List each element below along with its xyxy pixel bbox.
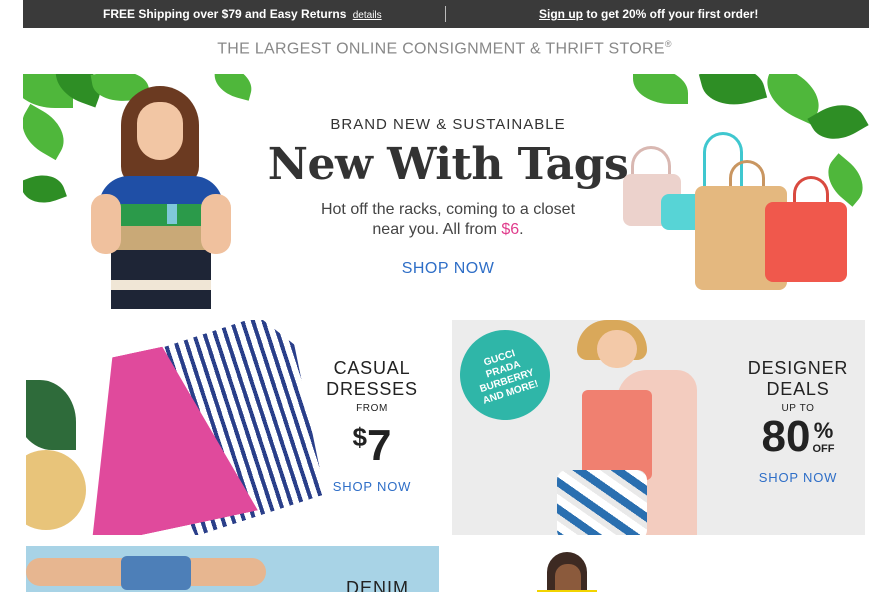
signup-offer-text: to get 20% off your first order! (583, 7, 759, 21)
signup-link[interactable]: Sign up (539, 7, 583, 21)
tagline-text: THE LARGEST ONLINE CONSIGNMENT & THRIFT … (217, 40, 665, 58)
casual-price-symbol: $ (352, 422, 367, 452)
free-shipping-text: FREE Shipping over $79 and Easy Returns (103, 7, 347, 21)
leaf-decoration (698, 74, 768, 114)
promo-tile-4[interactable] (452, 546, 865, 592)
hero-banner[interactable]: BRAND NEW & SUSTAINABLE New With Tags Ho… (23, 74, 869, 309)
hero-subtitle-line1: Hot off the racks, coming to a closet (320, 201, 576, 218)
casual-title-line2: DRESSES (326, 379, 418, 399)
denim-title: DENIM (346, 578, 409, 592)
leaf-decoration (633, 74, 688, 104)
leaf-decoration (23, 103, 74, 161)
casual-title-line1: CASUAL (333, 358, 411, 378)
hero-subtitle-end: . (519, 221, 524, 238)
hero-model-image (81, 84, 241, 309)
casual-price-value: 7 (366, 421, 392, 470)
casual-shop-now-link[interactable]: SHOP NOW (316, 479, 428, 494)
hero-subtitle: Hot off the racks, coming to a closet ne… (263, 200, 633, 240)
designer-shop-now-link[interactable]: SHOP NOW (742, 470, 854, 485)
free-shipping-banner: FREE Shipping over $79 and Easy Returns … (103, 7, 382, 21)
straw-hat-image (26, 450, 86, 530)
designer-discount: 80 % OFF (742, 414, 854, 460)
promo-bar: FREE Shipping over $79 and Easy Returns … (23, 0, 869, 28)
denim-cuff-image (121, 556, 191, 590)
details-link[interactable]: details (353, 10, 382, 21)
designer-deals-tile[interactable]: GUCCI PRADA BURBERRY AND MORE! DESIGNER … (452, 320, 865, 535)
designer-title-line1: DESIGNER (747, 358, 849, 378)
casual-price: $7 (316, 414, 428, 469)
denim-tile[interactable]: DENIM (26, 546, 439, 592)
signup-banner: Sign up to get 20% off your first order! (539, 7, 758, 21)
hero-kicker: BRAND NEW & SUSTAINABLE (330, 116, 566, 133)
casual-dresses-copy: CASUAL DRESSES FROM $7 SHOP NOW (316, 358, 428, 494)
hero-price: $6 (501, 221, 520, 238)
designer-title-line2: DEALS (766, 379, 830, 399)
designer-off-label: OFF (812, 443, 835, 455)
casual-from-label: FROM (356, 403, 388, 414)
casual-dresses-tile[interactable]: CASUAL DRESSES FROM $7 SHOP NOW (26, 320, 439, 535)
hero-subtitle-line2: near you. All from (372, 221, 502, 238)
hero-shop-now-link[interactable]: SHOP NOW (402, 260, 495, 278)
model-face (555, 564, 581, 592)
store-tagline: THE LARGEST ONLINE CONSIGNMENT & THRIFT … (0, 39, 889, 58)
leaf-decoration (23, 168, 67, 210)
designer-percent-symbol: % (813, 418, 834, 443)
brands-badge: GUCCI PRADA BURBERRY AND MORE! (452, 320, 562, 432)
designer-model-image (547, 320, 697, 535)
designer-percent-value: 80 (761, 412, 811, 461)
hero-copy: BRAND NEW & SUSTAINABLE New With Tags Ho… (263, 116, 633, 278)
promo-divider (445, 6, 446, 22)
registered-mark: ® (664, 39, 672, 49)
designer-deals-copy: DESIGNER DEALS UP TO 80 % OFF SHOP NOW (742, 358, 854, 485)
hero-title: New With Tags (267, 139, 629, 190)
palm-leaf-image (26, 380, 76, 450)
